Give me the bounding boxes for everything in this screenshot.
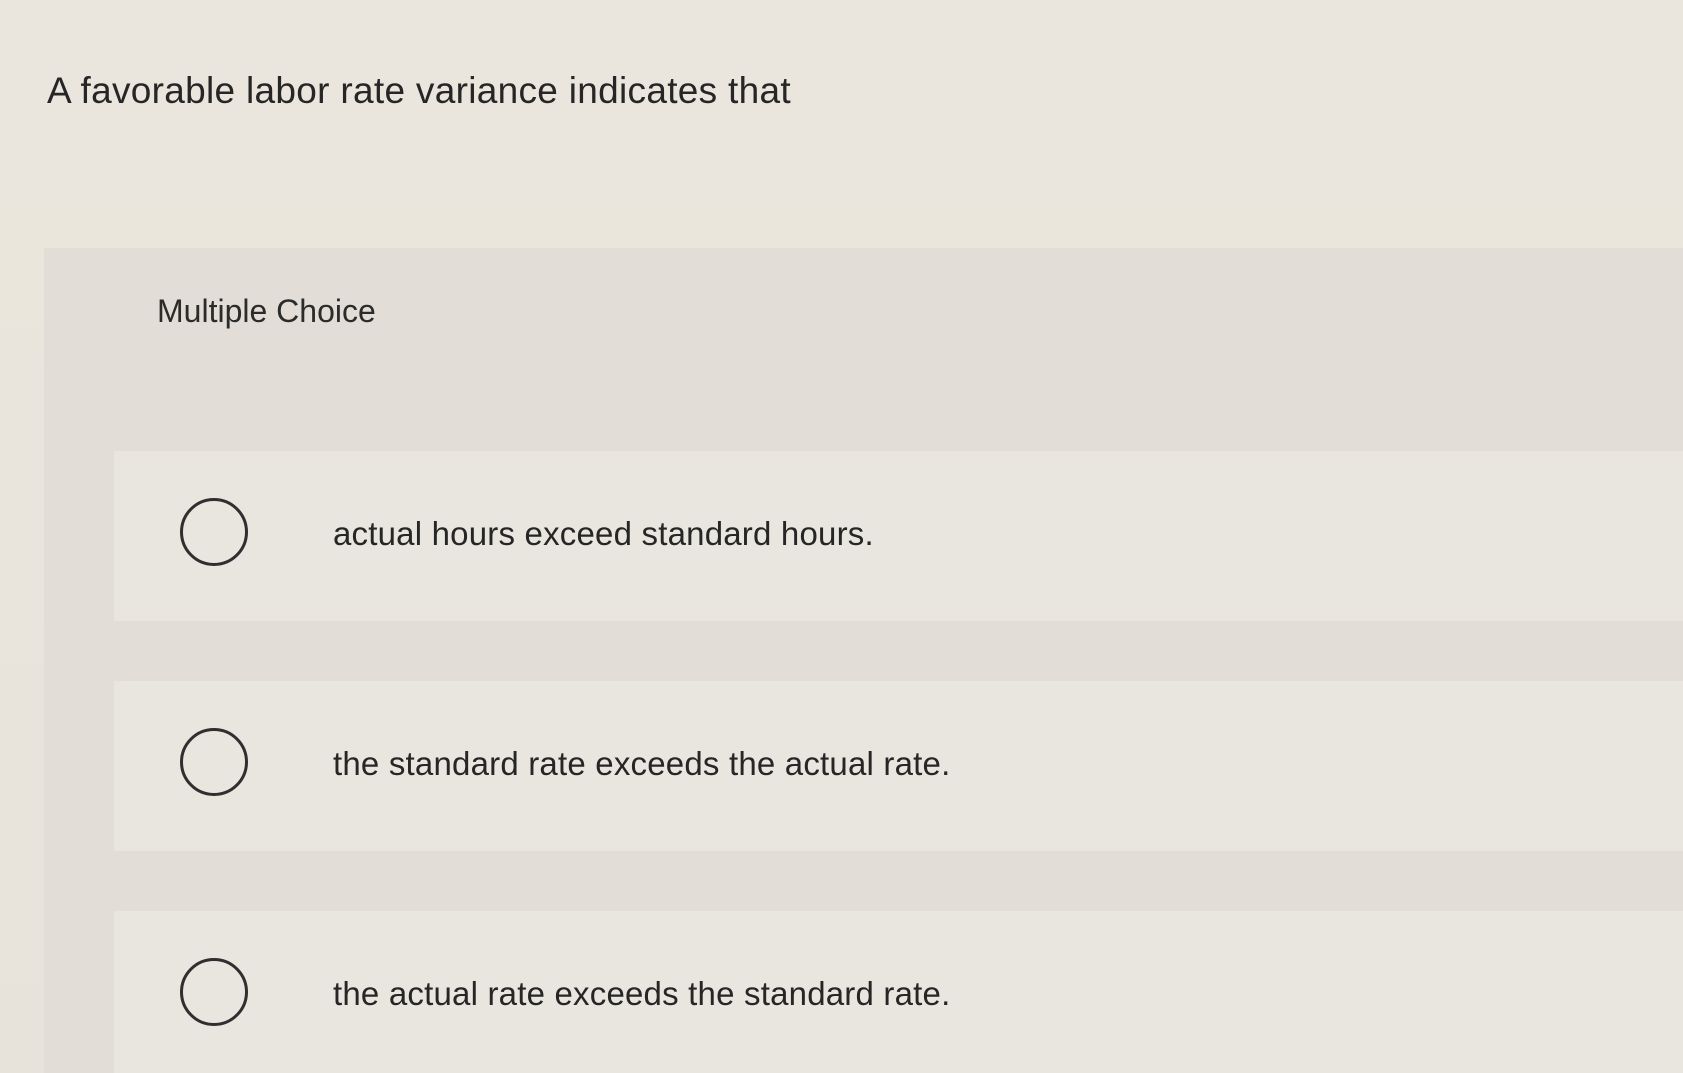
- answer-option-3[interactable]: the actual rate exceeds the standard rat…: [114, 911, 1683, 1073]
- multiple-choice-panel: Multiple Choice actual hours exceed stan…: [44, 248, 1683, 1073]
- multiple-choice-label: Multiple Choice: [157, 293, 376, 329]
- answer-option-3-text: the actual rate exceeds the standard rat…: [333, 975, 951, 1012]
- question-text: A favorable labor rate variance indicate…: [47, 70, 791, 111]
- radio-button-1[interactable]: [180, 498, 248, 566]
- answer-option-1-text: actual hours exceed standard hours.: [333, 515, 874, 552]
- answer-option-2-text: the standard rate exceeds the actual rat…: [333, 745, 951, 782]
- radio-button-3[interactable]: [180, 958, 248, 1026]
- answer-option-1[interactable]: actual hours exceed standard hours.: [114, 451, 1683, 621]
- radio-button-2[interactable]: [180, 728, 248, 796]
- answer-option-2[interactable]: the standard rate exceeds the actual rat…: [114, 681, 1683, 851]
